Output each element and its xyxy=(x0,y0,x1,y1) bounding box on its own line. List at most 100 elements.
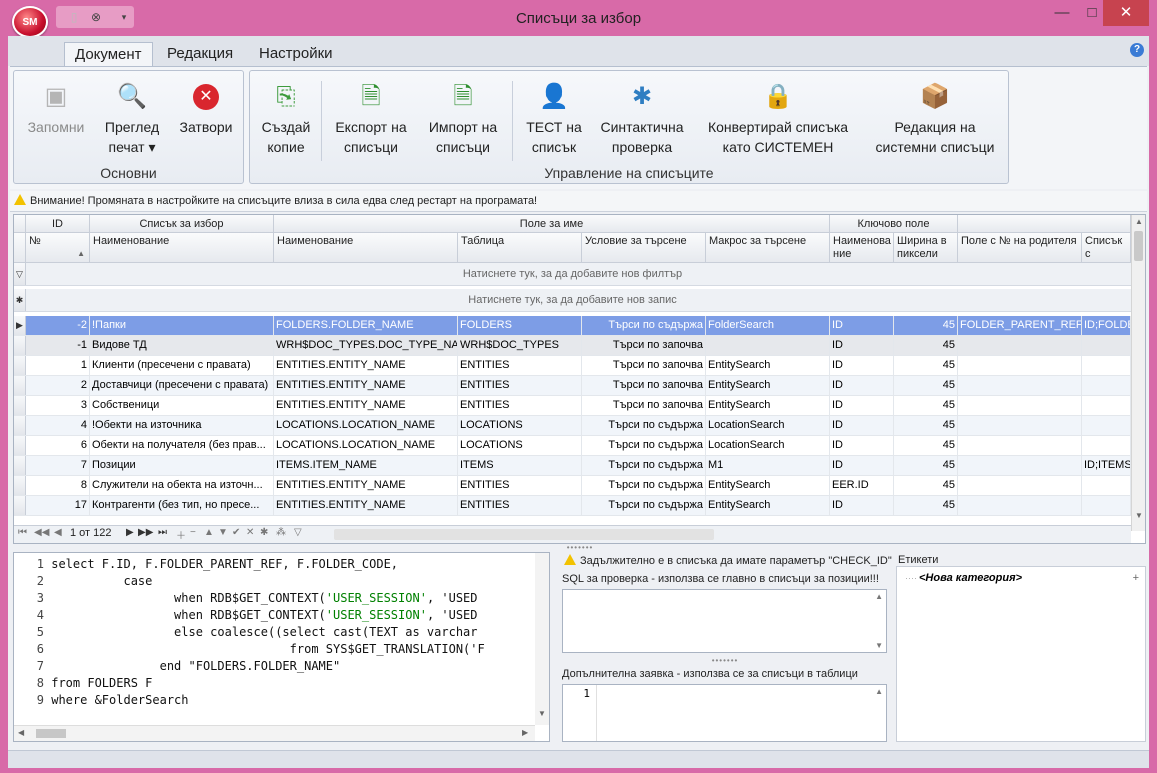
cell-field[interactable]: ENTITIES.ENTITY_NAME xyxy=(274,496,458,515)
cell-name[interactable]: Собственици xyxy=(90,396,274,415)
cell-id[interactable]: 1 xyxy=(26,356,90,375)
cell-key[interactable]: ID xyxy=(830,496,894,515)
cell-name[interactable]: !Обекти на източника xyxy=(90,416,274,435)
cell-macro[interactable]: LocationSearch xyxy=(706,436,830,455)
cell-fields[interactable] xyxy=(1082,416,1131,435)
cell-field[interactable]: ITEMS.ITEM_NAME xyxy=(274,456,458,475)
cell-width[interactable]: 45 xyxy=(894,456,958,475)
cell-macro[interactable]: EntitySearch xyxy=(706,496,830,515)
cell-name[interactable]: Видове ТД xyxy=(90,336,274,355)
cell-key[interactable]: ID xyxy=(830,376,894,395)
cell-fields[interactable] xyxy=(1082,376,1131,395)
cell-fields[interactable] xyxy=(1082,476,1131,495)
cell-table[interactable]: ENTITIES xyxy=(458,376,582,395)
scroll-thumb[interactable] xyxy=(1134,231,1143,261)
nav-goto-bookmark-icon[interactable]: ⁂ xyxy=(276,527,286,538)
cell-macro[interactable]: LocationSearch xyxy=(706,416,830,435)
cell-key[interactable]: ID xyxy=(830,356,894,375)
cell-cond[interactable]: Търси по започва xyxy=(582,376,706,395)
print-preview-button[interactable]: 🔍 Преглед печат ▾ xyxy=(96,81,168,157)
editor-scroll-down-icon[interactable]: ▼ xyxy=(538,709,546,718)
cell-name[interactable]: Контрагенти (без тип, но пресе... xyxy=(90,496,274,515)
col-parent-field[interactable]: Поле с № на родителя xyxy=(958,233,1082,263)
cell-key[interactable]: ID xyxy=(830,316,894,335)
lists-grid[interactable]: ID Списък за избор Поле за име Ключово п… xyxy=(13,214,1146,544)
nav-bookmark-icon[interactable]: ✱ xyxy=(260,527,268,538)
cell-parent[interactable] xyxy=(958,356,1082,375)
cell-field[interactable]: ENTITIES.ENTITY_NAME xyxy=(274,376,458,395)
cell-parent[interactable] xyxy=(958,416,1082,435)
cell-table[interactable]: LOCATIONS xyxy=(458,436,582,455)
table-row[interactable]: 6 Обекти на получателя (без прав... LOCATI… xyxy=(14,436,1131,456)
cell-table[interactable]: ITEMS xyxy=(458,456,582,475)
nav-last-icon[interactable]: ⏭ xyxy=(158,527,167,538)
cell-id[interactable]: -1 xyxy=(26,336,90,355)
extra-scroll-up-icon[interactable]: ▲ xyxy=(875,687,883,696)
table-row[interactable]: ▶ -2 !Папки FOLDERS.FOLDER_NAME FOLDERS Търси… xyxy=(14,316,1131,336)
cell-width[interactable]: 45 xyxy=(894,476,958,495)
tab-settings[interactable]: Настройки xyxy=(249,42,343,66)
cell-fields[interactable] xyxy=(1082,496,1131,515)
table-row[interactable]: -1 Видове ТД WRH$DOC_TYPES.DOC_TYPE_NAME WR… xyxy=(14,336,1131,356)
cell-table[interactable]: ENTITIES xyxy=(458,396,582,415)
minimize-button[interactable]: — xyxy=(1047,0,1077,26)
cell-key[interactable]: ID xyxy=(830,396,894,415)
col-search-macro[interactable]: Макрос за търсене xyxy=(706,233,830,263)
cell-id[interactable]: 4 xyxy=(26,416,90,435)
cell-width[interactable]: 45 xyxy=(894,396,958,415)
nav-next-page-icon[interactable]: ▶▶ xyxy=(138,527,153,538)
grid-horizontal-scrollbar[interactable] xyxy=(334,529,714,540)
editor-scroll-left-icon[interactable]: ◀ xyxy=(18,728,24,737)
cell-parent[interactable] xyxy=(958,456,1082,475)
horizontal-splitter[interactable]: ••••••• xyxy=(560,543,600,552)
nav-first-icon[interactable]: ⏮ xyxy=(18,527,27,538)
cell-width[interactable]: 45 xyxy=(894,436,958,455)
nav-save-icon[interactable]: ✔ xyxy=(232,527,240,538)
cell-cond[interactable]: Търси по съдържа xyxy=(582,496,706,515)
cell-name[interactable]: Обекти на получателя (без прав... xyxy=(90,436,274,455)
close-window-button[interactable]: ✕ xyxy=(1103,0,1149,26)
cell-macro[interactable]: EntitySearch xyxy=(706,396,830,415)
cell-name[interactable]: Позиции xyxy=(90,456,274,475)
cell-cond[interactable]: Търси по съдържа xyxy=(582,436,706,455)
import-lists-button[interactable]: 🗎 Импорт на списъци xyxy=(418,81,508,157)
nav-add-icon[interactable]: ＋ xyxy=(176,527,186,542)
col-no[interactable]: № ▲ xyxy=(26,233,90,263)
cell-table[interactable]: WRH$DOC_TYPES xyxy=(458,336,582,355)
cell-parent[interactable]: FOLDER_PARENT_REF xyxy=(958,316,1082,335)
cell-parent[interactable] xyxy=(958,396,1082,415)
cell-fields[interactable]: ID;FOLDE xyxy=(1082,316,1131,335)
cell-cond[interactable]: Търси по съдържа xyxy=(582,476,706,495)
cell-parent[interactable] xyxy=(958,476,1082,495)
new-category-item[interactable]: <Нова категория> xyxy=(919,572,1022,584)
cell-cond[interactable]: Търси по започва xyxy=(582,336,706,355)
cell-macro[interactable]: M1 xyxy=(706,456,830,475)
cell-cond[interactable]: Търси по съдържа xyxy=(582,416,706,435)
nav-next-icon[interactable]: ▶ xyxy=(126,527,134,538)
editor-scroll-right-icon[interactable]: ▶ xyxy=(522,728,528,737)
table-row[interactable]: 2 Доставчици (пресечени с правата) ENTITIE… xyxy=(14,376,1131,396)
cell-key[interactable]: ID xyxy=(830,416,894,435)
cell-id[interactable]: 8 xyxy=(26,476,90,495)
memo-scroll-down-icon[interactable]: ▼ xyxy=(875,641,883,650)
tab-edit[interactable]: Редакция xyxy=(157,42,243,66)
edit-system-lists-button[interactable]: 📦 Редакция на системни списъци xyxy=(866,81,1004,157)
cell-parent[interactable] xyxy=(958,336,1082,355)
nav-down-icon[interactable]: ▼ xyxy=(218,527,228,538)
extra-query-editor[interactable]: 1 ▲ xyxy=(562,684,887,742)
sql-check-memo[interactable]: ▲ ▼ xyxy=(562,589,887,653)
convert-system-button[interactable]: 🔒 Конвертирай списъка като СИСТЕМЕН xyxy=(696,81,860,157)
cell-name[interactable]: Служители на обекта на източн... xyxy=(90,476,274,495)
col-table[interactable]: Таблица xyxy=(458,233,582,263)
cell-table[interactable]: LOCATIONS xyxy=(458,416,582,435)
nav-prev-page-icon[interactable]: ◀◀ xyxy=(34,527,49,538)
cell-fields[interactable]: ID;ITEMS xyxy=(1082,456,1131,475)
cell-field[interactable]: LOCATIONS.LOCATION_NAME xyxy=(274,416,458,435)
add-filter-row[interactable]: ▽ Натиснете тук, за да добавите нов филт… xyxy=(14,263,1131,286)
cell-key[interactable]: ID xyxy=(830,436,894,455)
cell-cond[interactable]: Търси по започва xyxy=(582,356,706,375)
cell-macro[interactable] xyxy=(706,336,830,355)
cell-field[interactable]: ENTITIES.ENTITY_NAME xyxy=(274,476,458,495)
scroll-down-icon[interactable]: ▼ xyxy=(1135,511,1143,520)
col-fields-list[interactable]: Списък с полета xyxy=(1082,233,1131,263)
